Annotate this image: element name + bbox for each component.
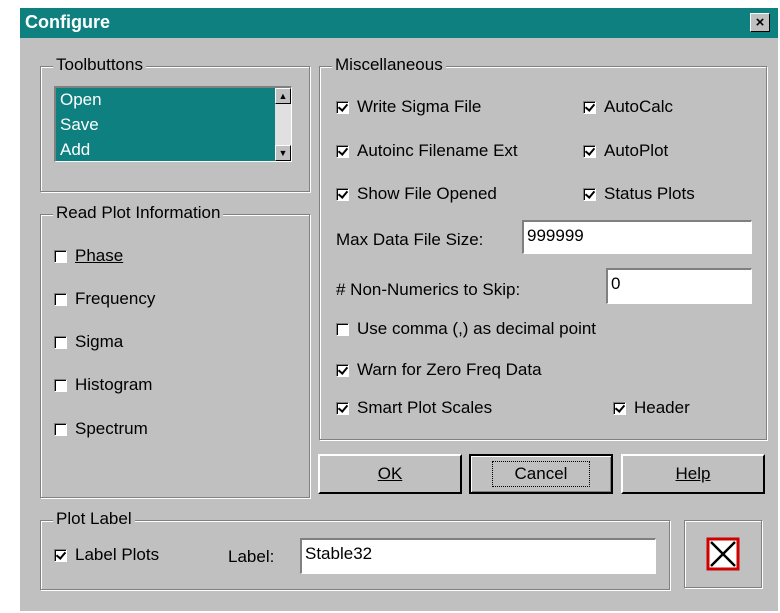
spectrum-checkbox[interactable]: Spectrum [54, 419, 148, 439]
checkbox-box[interactable] [336, 322, 349, 336]
label-caption: Label: [228, 547, 275, 566]
status-plots-checkbox[interactable]: Status Plots [583, 184, 695, 204]
toolbuttons-legend: Toolbuttons [53, 55, 146, 75]
ok-button[interactable]: OK [318, 454, 462, 494]
ok-button-label: OK [377, 464, 403, 483]
checkbox-box[interactable] [54, 292, 67, 306]
checkbox-box[interactable] [54, 335, 67, 349]
title-bar[interactable]: Configure × [20, 8, 778, 38]
configure-dialog: Configure × Toolbuttons Open Save Add ▲ … [20, 8, 778, 611]
max-data-file-size-input[interactable]: 999999 [522, 220, 752, 254]
checkbox-label: Warn for Zero Freq Data [357, 360, 542, 379]
header-checkbox[interactable]: Header [613, 398, 690, 418]
max-data-file-size-label: Max Data File Size: [336, 230, 484, 249]
checkbox-box[interactable] [54, 548, 67, 562]
show-file-opened-checkbox[interactable]: Show File Opened [336, 184, 497, 204]
checkbox-label: Phase [75, 246, 124, 265]
checkbox-label: Header [634, 398, 690, 417]
list-item[interactable]: Open [60, 90, 102, 110]
write-sigma-checkbox[interactable]: Write Sigma File [336, 97, 481, 117]
checkbox-box[interactable] [583, 187, 596, 201]
checkbox-box[interactable] [336, 144, 349, 158]
close-icon[interactable]: × [750, 13, 770, 32]
scroll-up-icon[interactable]: ▲ [275, 88, 291, 104]
autocalc-checkbox[interactable]: AutoCalc [583, 97, 673, 117]
plot-label-legend: Plot Label [53, 509, 135, 529]
non-numerics-input[interactable]: 0 [606, 268, 752, 304]
window-title: Configure [25, 12, 110, 32]
checkbox-label: Smart Plot Scales [357, 398, 493, 417]
checkbox-label: Frequency [75, 289, 156, 308]
read-plot-legend: Read Plot Information [53, 203, 224, 223]
help-button-label: Help [675, 464, 711, 483]
warn-zero-freq-checkbox[interactable]: Warn for Zero Freq Data [336, 360, 542, 380]
checkbox-box[interactable] [583, 144, 596, 158]
checkbox-box[interactable] [336, 401, 349, 415]
checkbox-label: Spectrum [75, 419, 148, 438]
checkbox-label: Status Plots [604, 184, 695, 203]
checkbox-label: Show File Opened [357, 184, 497, 203]
checkbox-box[interactable] [54, 422, 67, 436]
autoinc-checkbox[interactable]: Autoinc Filename Ext [336, 141, 518, 161]
list-item[interactable]: Save [60, 115, 99, 135]
scroll-down-icon[interactable]: ▼ [275, 145, 291, 161]
checkbox-box[interactable] [613, 401, 626, 415]
checkbox-box[interactable] [336, 363, 349, 377]
use-comma-checkbox[interactable]: Use comma (,) as decimal point [336, 319, 596, 339]
checkbox-label: Label Plots [75, 545, 160, 564]
miscellaneous-legend: Miscellaneous [332, 55, 446, 75]
checkbox-label: Write Sigma File [357, 97, 482, 116]
sigma-checkbox[interactable]: Sigma [54, 332, 123, 352]
cancel-button-label: Cancel [491, 461, 591, 487]
non-numerics-label: # Non-Numerics to Skip: [336, 280, 521, 299]
checkbox-box[interactable] [54, 378, 67, 392]
checkbox-box[interactable] [336, 187, 349, 201]
toolbuttons-listbox[interactable]: Open Save Add ▲ ▼ [54, 86, 292, 162]
cancel-button[interactable]: Cancel [469, 454, 613, 494]
red-box-x-icon [706, 537, 740, 571]
checkbox-label: AutoCalc [604, 97, 673, 116]
autoplot-checkbox[interactable]: AutoPlot [583, 141, 668, 161]
checkbox-label: AutoPlot [604, 141, 669, 160]
label-plots-checkbox[interactable]: Label Plots [54, 545, 159, 565]
checkbox-label: Autoinc Filename Ext [357, 141, 518, 160]
checkbox-box[interactable] [583, 100, 596, 114]
clear-button[interactable] [684, 520, 762, 588]
list-scrollbar[interactable]: ▲ ▼ [275, 88, 291, 161]
phase-checkbox[interactable]: Phase [54, 246, 123, 266]
checkbox-label: Histogram [75, 375, 153, 394]
smart-plot-scales-checkbox[interactable]: Smart Plot Scales [336, 398, 492, 418]
help-button[interactable]: Help [621, 454, 765, 494]
histogram-checkbox[interactable]: Histogram [54, 375, 152, 395]
frequency-checkbox[interactable]: Frequency [54, 289, 155, 309]
checkbox-box[interactable] [54, 249, 67, 263]
checkbox-label: Sigma [75, 332, 124, 351]
label-input[interactable]: Stable32 [300, 538, 656, 574]
checkbox-label: Use comma (,) as decimal point [357, 319, 597, 338]
list-item[interactable]: Add [60, 140, 90, 160]
checkbox-box[interactable] [336, 100, 349, 114]
